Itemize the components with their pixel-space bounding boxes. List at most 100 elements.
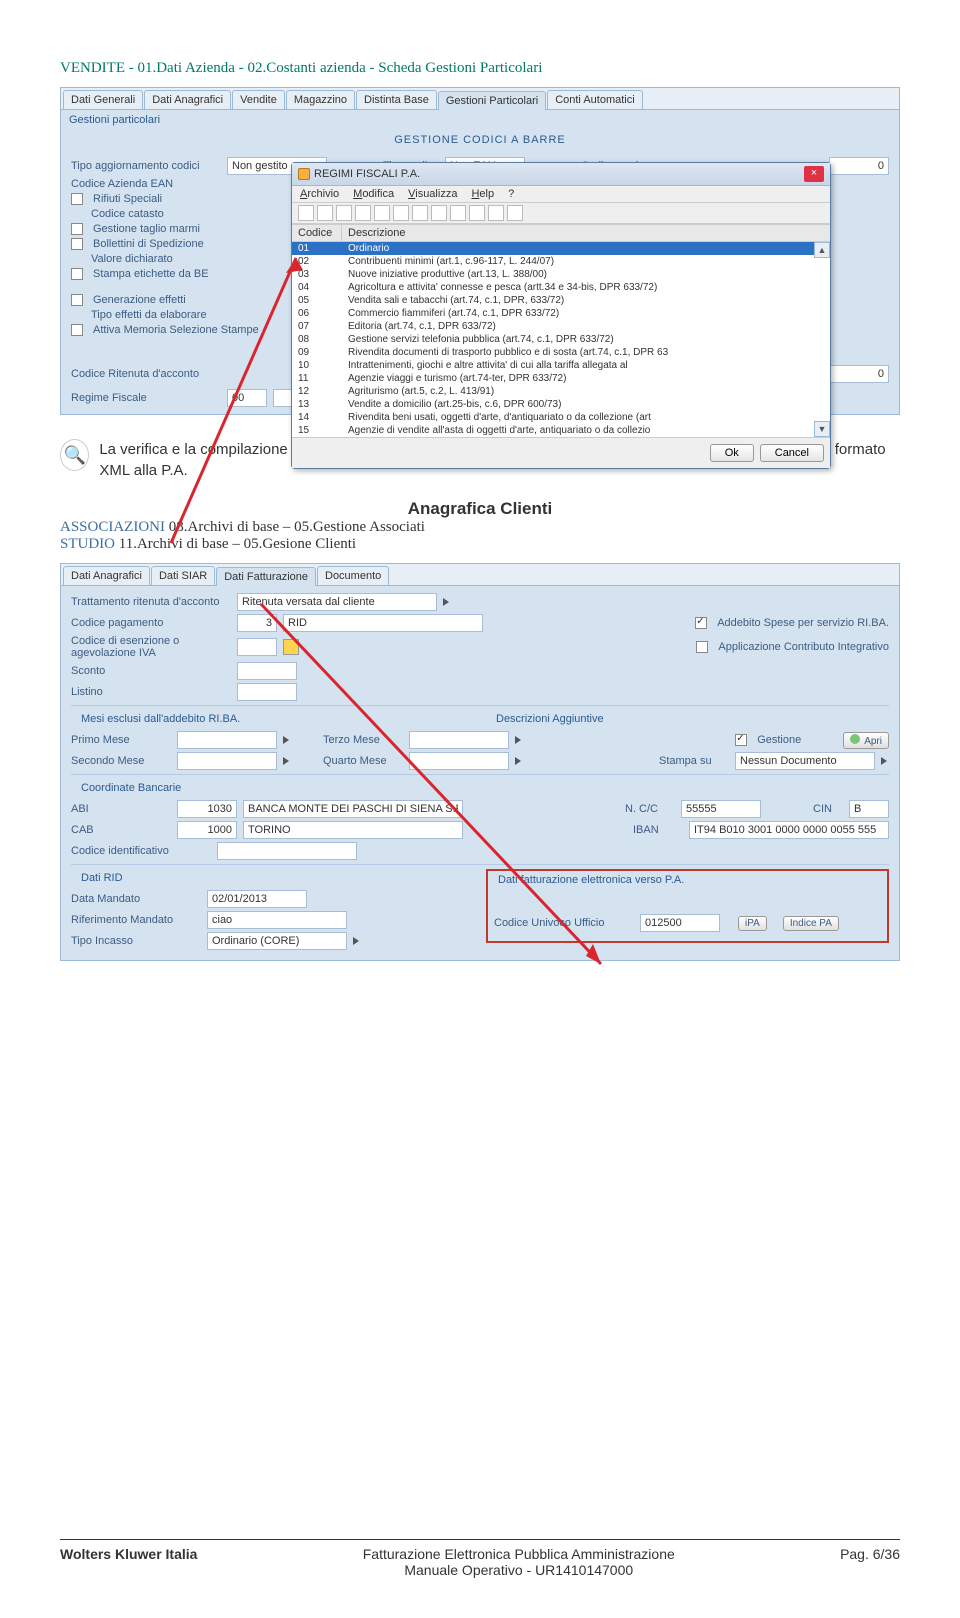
scroll-up-icon[interactable]: ▲ [814, 242, 830, 258]
input-listino[interactable] [237, 683, 297, 701]
toolbar-icon[interactable] [450, 205, 466, 221]
dropdown-icon[interactable] [443, 598, 451, 606]
col-descrizione[interactable]: Descrizione [342, 225, 830, 241]
input-stampa[interactable] [735, 752, 875, 770]
modal-list[interactable]: 01Ordinario02Contribuenti minimi (art.1,… [292, 242, 830, 437]
checkbox-memoria[interactable] [71, 324, 83, 336]
toolbar-icon[interactable] [488, 205, 504, 221]
list-row[interactable]: 14Rivendita beni usati, oggetti d'arte, … [292, 411, 830, 424]
list-row[interactable]: 06Commercio fiammiferi (art.74, c.1, DPR… [292, 307, 830, 320]
ipa-button[interactable]: iPA [738, 916, 767, 931]
input-primo[interactable] [177, 731, 277, 749]
indicepa-button[interactable]: Indice PA [783, 916, 839, 931]
input-cab-desc[interactable] [243, 821, 463, 839]
dropdown-icon[interactable] [881, 757, 889, 765]
tab-gestioni-particolari[interactable]: Gestioni Particolari [438, 91, 546, 110]
list-row[interactable]: 08Gestione servizi telefonia pubblica (a… [292, 333, 830, 346]
checkbox-contrib[interactable] [696, 641, 708, 653]
list-row[interactable]: 02Contribuenti minimi (art.1, c.96-117, … [292, 255, 830, 268]
input-codpag[interactable] [237, 614, 277, 632]
heading-fatt-pa: Dati fatturazione elettronica verso P.A. [488, 871, 887, 889]
tab-magazzino[interactable]: Magazzino [286, 90, 355, 109]
toolbar-icon[interactable] [507, 205, 523, 221]
tab-distinta-base[interactable]: Distinta Base [356, 90, 437, 109]
close-icon[interactable]: × [804, 166, 824, 182]
menu-visualizza[interactable]: Visualizza [408, 188, 457, 200]
tab-dati-siar[interactable]: Dati SIAR [151, 566, 215, 585]
list-row[interactable]: 11Agenzie viaggi e turismo (art.74-ter, … [292, 372, 830, 385]
input-ncc[interactable] [681, 800, 761, 818]
input-codice-nazione[interactable] [829, 157, 889, 175]
input-abi[interactable] [177, 800, 237, 818]
input-terzo[interactable] [409, 731, 509, 749]
input-tipo-incasso[interactable] [207, 932, 347, 950]
tab-documento[interactable]: Documento [317, 566, 389, 585]
list-row[interactable]: 09Rivendita documenti di trasporto pubbl… [292, 346, 830, 359]
checkbox-rifiuti[interactable] [71, 193, 83, 205]
input-abi-desc[interactable] [243, 800, 463, 818]
checkbox-stampa-be[interactable] [71, 268, 83, 280]
scroll-down-icon[interactable]: ▼ [814, 421, 830, 437]
input-data-mandato[interactable] [207, 890, 307, 908]
tab-conti-automatici[interactable]: Conti Automatici [547, 90, 642, 109]
list-row[interactable]: 15Agenzie di vendite all'asta di oggetti… [292, 424, 830, 437]
tabbar-1: Dati Generali Dati Anagrafici Vendite Ma… [61, 88, 899, 110]
dropdown-icon[interactable] [515, 736, 523, 744]
input-esenzione[interactable] [237, 638, 277, 656]
list-row[interactable]: 07Editoria (art.74, c.1, DPR 633/72) [292, 320, 830, 333]
toolbar-icon[interactable] [298, 205, 314, 221]
dropdown-icon[interactable] [353, 937, 361, 945]
tab-dati-fatturazione[interactable]: Dati Fatturazione [216, 567, 316, 586]
input-rif-mandato[interactable] [207, 911, 347, 929]
input-cin[interactable] [849, 800, 889, 818]
checkbox-taglio[interactable] [71, 223, 83, 235]
toolbar-icon[interactable] [469, 205, 485, 221]
tab-dati-generali[interactable]: Dati Generali [63, 90, 143, 109]
label-gen-eff: Generazione effetti [93, 294, 186, 306]
menu-help[interactable]: Help [471, 188, 494, 200]
list-row[interactable]: 12Agriturismo (art.5, c.2, L. 413/91) [292, 385, 830, 398]
list-row[interactable]: 03Nuove iniziative produttive (art.13, L… [292, 268, 830, 281]
checkbox-gen-eff[interactable] [71, 294, 83, 306]
toolbar-icon[interactable] [393, 205, 409, 221]
toolbar-icon[interactable] [374, 205, 390, 221]
list-row[interactable]: 04Agricoltura e attivita' connesse e pes… [292, 281, 830, 294]
toolbar-icon[interactable] [412, 205, 428, 221]
tab-vendite[interactable]: Vendite [232, 90, 285, 109]
dropdown-icon[interactable] [515, 757, 523, 765]
ok-button[interactable]: Ok [710, 444, 754, 462]
menu-q[interactable]: ? [508, 188, 514, 200]
input-percent[interactable] [829, 365, 889, 383]
tab-dati-anagrafici-2[interactable]: Dati Anagrafici [63, 566, 150, 585]
checkbox-gestione[interactable] [735, 734, 747, 746]
list-row[interactable]: 10Intrattenimenti, giochi e altre attivi… [292, 359, 830, 372]
cancel-button[interactable]: Cancel [760, 444, 824, 462]
checkbox-bollettini[interactable] [71, 238, 83, 250]
input-cod-ufficio[interactable] [640, 914, 720, 932]
toolbar-icon[interactable] [431, 205, 447, 221]
input-cab[interactable] [177, 821, 237, 839]
input-secondo[interactable] [177, 752, 277, 770]
tab-dati-anagrafici[interactable]: Dati Anagrafici [144, 90, 231, 109]
menu-modifica[interactable]: Modifica [353, 188, 394, 200]
col-codice[interactable]: Codice [292, 225, 342, 241]
lookup-icon[interactable] [283, 639, 299, 655]
input-regime[interactable] [227, 389, 267, 407]
apri-button[interactable]: Apri [843, 732, 889, 749]
list-row[interactable]: 13Vendite a domicilio (art.25-bis, c.6, … [292, 398, 830, 411]
input-iban[interactable] [689, 821, 889, 839]
input-codid[interactable] [217, 842, 357, 860]
toolbar-icon[interactable] [336, 205, 352, 221]
list-row[interactable]: 01Ordinario [292, 242, 830, 255]
toolbar-icon[interactable] [317, 205, 333, 221]
menu-archivio[interactable]: Archivio [300, 188, 339, 200]
input-quarto[interactable] [409, 752, 509, 770]
checkbox-addebito[interactable] [695, 617, 707, 629]
dropdown-icon[interactable] [283, 757, 291, 765]
list-row[interactable]: 05Vendita sali e tabacchi (art.74, c.1, … [292, 294, 830, 307]
toolbar-icon[interactable] [355, 205, 371, 221]
dropdown-icon[interactable] [283, 736, 291, 744]
input-sconto[interactable] [237, 662, 297, 680]
input-codpag-desc[interactable] [283, 614, 483, 632]
input-trattamento[interactable] [237, 593, 437, 611]
